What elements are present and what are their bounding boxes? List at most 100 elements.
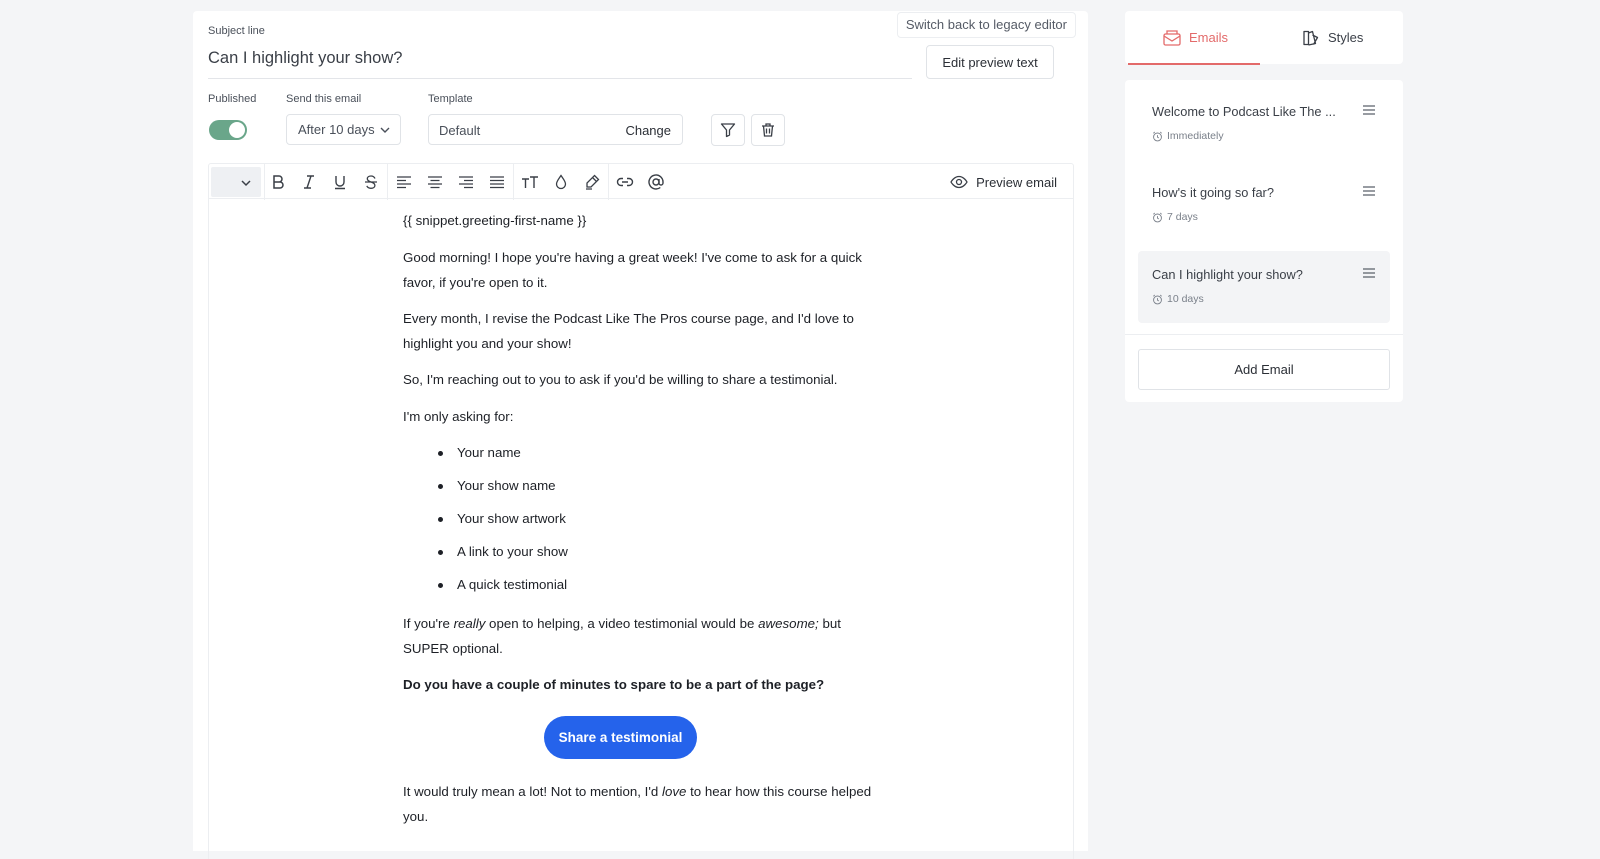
align-left-button[interactable] — [391, 170, 417, 194]
emphasis-awesome: awesome; — [758, 616, 819, 631]
strikethrough-button[interactable] — [358, 170, 384, 194]
share-testimonial-button[interactable]: Share a testimonial — [544, 716, 697, 759]
list-item: Your show name — [438, 474, 556, 499]
text-run: open to helping, a video testimonial wou… — [485, 616, 759, 631]
droplet-icon — [555, 174, 567, 190]
align-right-icon — [459, 176, 473, 189]
alarm-clock-icon — [1153, 131, 1162, 141]
link-icon — [616, 177, 634, 187]
justify-button[interactable] — [484, 170, 510, 194]
text-color-button[interactable] — [548, 170, 574, 194]
underline-icon — [335, 176, 345, 190]
subject-label: Subject line — [208, 25, 265, 37]
paragraph: It would truly mean a lot! Not to mentio… — [403, 780, 888, 829]
preview-email-button[interactable]: Preview email — [950, 172, 1057, 192]
bold-button[interactable] — [265, 170, 291, 194]
template-label: Template — [428, 93, 473, 105]
list-item: A link to your show — [438, 540, 568, 565]
justify-icon — [490, 176, 504, 189]
envelope-icon — [1163, 29, 1181, 46]
align-center-icon — [428, 176, 442, 189]
align-center-button[interactable] — [422, 170, 448, 194]
paragraph: Good morning! I hope you're having a gre… — [403, 250, 862, 290]
strikethrough-icon — [365, 175, 377, 189]
align-left-icon — [397, 176, 411, 189]
alarm-clock-icon — [1153, 212, 1162, 222]
filter-icon — [720, 123, 736, 138]
tab-emails[interactable]: Emails — [1163, 11, 1228, 64]
emphasis-really: really — [453, 616, 486, 631]
email-list-item[interactable]: How's it going so far? 7 days — [1138, 169, 1390, 241]
paint-icon — [1303, 30, 1319, 46]
editor-toolbar: Preview email — [208, 163, 1074, 200]
sidebar-tabs: Emails Styles — [1125, 11, 1403, 65]
greeting-snippet: {{ snippet.greeting-first-name }} — [403, 213, 587, 228]
published-toggle[interactable] — [209, 120, 247, 140]
bold-icon — [273, 175, 284, 189]
toolbar-divider — [513, 164, 514, 200]
email-title: How's it going so far? — [1152, 185, 1274, 200]
email-delay: 10 days — [1152, 293, 1204, 305]
chevron-down-icon — [380, 127, 390, 133]
email-list-item-active[interactable]: Can I highlight your show? 10 days — [1138, 251, 1390, 323]
list-item: Your name — [438, 441, 521, 466]
subject-input[interactable]: Can I highlight your show? — [208, 49, 402, 68]
tab-styles[interactable]: Styles — [1302, 11, 1363, 64]
list-item: A quick testimonial — [437, 573, 567, 598]
subject-underline — [208, 78, 912, 79]
underline-button[interactable] — [327, 170, 353, 194]
italic-icon — [304, 175, 314, 189]
add-email-button[interactable]: Add Email — [1138, 349, 1390, 390]
mention-button[interactable] — [643, 170, 669, 194]
emphasis-love: love — [662, 784, 687, 799]
eye-icon — [950, 175, 968, 189]
alarm-clock-icon — [1153, 294, 1162, 304]
tab-emails-label: Emails — [1189, 30, 1229, 45]
preview-email-label: Preview email — [976, 174, 1057, 190]
edit-preview-text-button[interactable]: Edit preview text — [926, 45, 1054, 79]
email-delay-text: Immediately — [1167, 130, 1224, 142]
hamburger-menu-icon[interactable] — [1362, 267, 1376, 279]
bold-question: Do you have a couple of minutes to spare… — [403, 677, 825, 692]
trash-icon — [762, 123, 774, 137]
paragraph: Every month, I revise the Podcast Like T… — [403, 311, 854, 351]
paragraph: If you're really open to helping, a vide… — [403, 612, 873, 661]
template-value: Default — [439, 123, 481, 138]
link-button[interactable] — [612, 170, 638, 194]
delete-button[interactable] — [751, 114, 785, 146]
font-size-button[interactable] — [517, 170, 543, 194]
email-title: Can I highlight your show? — [1152, 267, 1303, 282]
template-change-button[interactable]: Change — [625, 123, 671, 138]
send-delay-select[interactable]: After 10 days — [286, 114, 401, 145]
hamburger-menu-icon[interactable] — [1362, 104, 1376, 116]
heading-dropdown[interactable] — [211, 167, 261, 197]
hamburger-menu-icon[interactable] — [1362, 185, 1376, 197]
paragraph: So, I'm reaching out to you to ask if yo… — [403, 372, 838, 387]
filter-button[interactable] — [711, 114, 745, 146]
list-divider — [1125, 334, 1403, 335]
email-delay: Immediately — [1152, 130, 1224, 142]
legacy-editor-link[interactable]: Switch back to legacy editor — [896, 12, 1076, 38]
email-delay-text: 10 days — [1167, 293, 1204, 305]
email-body-editor[interactable]: {{ snippet.greeting-first-name }} Good m… — [208, 199, 1074, 859]
email-title: Welcome to Podcast Like The ... — [1152, 104, 1336, 119]
align-right-button[interactable] — [453, 170, 479, 194]
active-tab-indicator — [1128, 63, 1260, 65]
text-run: It would truly mean a lot! Not to mentio… — [403, 784, 662, 799]
text-run: If you're — [403, 616, 454, 631]
highlighter-icon — [586, 174, 600, 190]
email-list-item[interactable]: Welcome to Podcast Like The ... Immediat… — [1138, 88, 1390, 160]
list-item: Your show artwork — [438, 507, 566, 532]
send-label: Send this email — [286, 93, 362, 105]
italic-button[interactable] — [296, 170, 322, 194]
toggle-knob — [229, 122, 245, 138]
chevron-down-icon — [241, 180, 251, 187]
at-sign-icon — [648, 174, 664, 190]
published-label: Published — [208, 93, 257, 105]
highlight-button[interactable] — [579, 170, 605, 194]
paragraph: I'm only asking for: — [403, 409, 514, 424]
toolbar-divider — [608, 164, 609, 200]
email-delay: 7 days — [1152, 211, 1198, 223]
text-size-icon — [522, 176, 538, 188]
toolbar-divider — [387, 164, 388, 200]
